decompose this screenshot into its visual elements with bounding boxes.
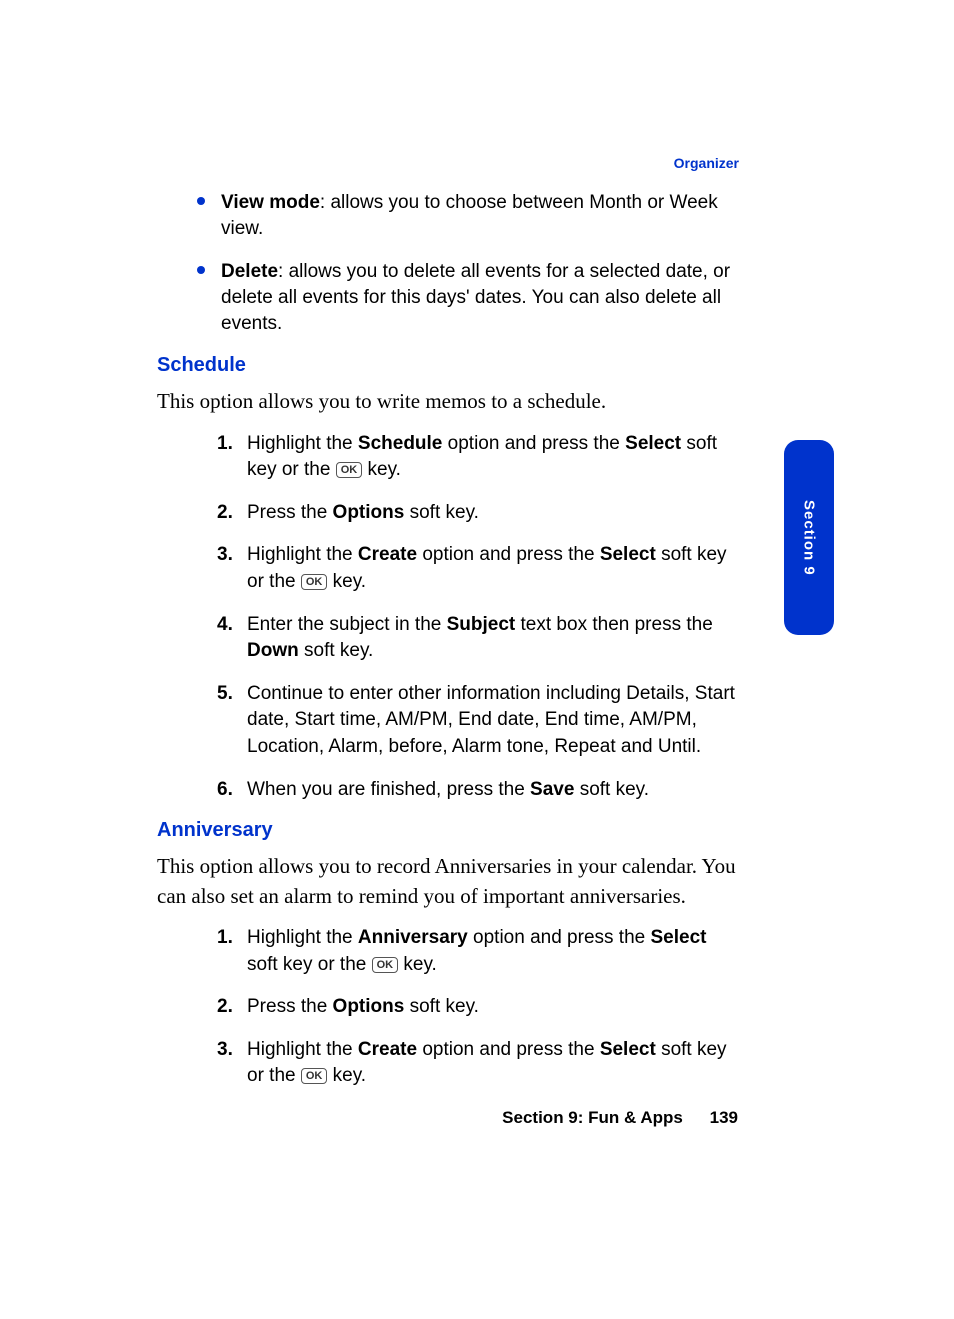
step-text: soft key.	[299, 640, 374, 661]
step-number: 1.	[217, 431, 233, 458]
step-bold: Create	[358, 1039, 417, 1060]
bullet-list: View mode: allows you to choose between …	[197, 190, 737, 336]
step-text: Highlight the	[247, 544, 358, 565]
step-text: When you are finished, press the	[247, 779, 530, 800]
step-number: 2.	[217, 994, 233, 1021]
step-bold: Anniversary	[358, 927, 468, 948]
step-text: Highlight the	[247, 433, 358, 454]
step-text: soft key.	[574, 779, 649, 800]
step-number: 3.	[217, 542, 233, 569]
side-tab-label: Section 9	[801, 500, 818, 576]
step-text: soft key.	[404, 502, 479, 523]
bullet-icon	[197, 266, 205, 274]
step-text: Press the	[247, 502, 333, 523]
ok-key-icon: OK	[301, 574, 328, 590]
anniversary-steps: 1. Highlight the Anniversary option and …	[217, 925, 737, 1090]
step-bold: Schedule	[358, 433, 442, 454]
step-number: 6.	[217, 777, 233, 804]
list-item: 3. Highlight the Create option and press…	[217, 1037, 737, 1090]
intro-anniversary: This option allows you to record Anniver…	[157, 852, 737, 911]
step-bold: Create	[358, 544, 417, 565]
section-side-tab: Section 9	[784, 440, 834, 635]
list-item: 6. When you are finished, press the Save…	[217, 777, 737, 804]
step-bold: Select	[625, 433, 681, 454]
step-bold: Select	[600, 1039, 656, 1060]
bullet-text: : allows you to delete all events for a …	[221, 261, 730, 333]
step-number: 5.	[217, 681, 233, 708]
bullet-item-view-mode: View mode: allows you to choose between …	[197, 190, 737, 241]
intro-schedule: This option allows you to write memos to…	[157, 387, 737, 416]
ok-key-icon: OK	[336, 462, 363, 478]
step-bold: Options	[333, 502, 405, 523]
step-text: soft key or the	[247, 954, 372, 975]
step-bold: Save	[530, 779, 574, 800]
step-bold: Subject	[447, 614, 516, 635]
heading-anniversary: Anniversary	[157, 819, 737, 842]
step-text: option and press the	[468, 927, 651, 948]
step-text: Highlight the	[247, 927, 358, 948]
bullet-icon	[197, 197, 205, 205]
step-text: option and press the	[442, 433, 625, 454]
bullet-title: View mode	[221, 192, 320, 213]
bullet-item-delete: Delete: allows you to delete all events …	[197, 259, 737, 336]
step-number: 1.	[217, 925, 233, 952]
step-number: 2.	[217, 500, 233, 527]
step-text: option and press the	[417, 1039, 600, 1060]
page-footer: Section 9: Fun & Apps 139	[0, 1108, 738, 1128]
bullet-title: Delete	[221, 261, 278, 282]
step-text: Highlight the	[247, 1039, 358, 1060]
step-text: option and press the	[417, 544, 600, 565]
footer-page-number: 139	[710, 1108, 738, 1127]
footer-section-label: Section 9: Fun & Apps	[502, 1108, 683, 1127]
heading-schedule: Schedule	[157, 354, 737, 377]
list-item: 2. Press the Options soft key.	[217, 994, 737, 1021]
step-bold: Select	[600, 544, 656, 565]
step-bold: Select	[651, 927, 707, 948]
step-text: key.	[362, 459, 401, 480]
schedule-steps: 1. Highlight the Schedule option and pre…	[217, 431, 737, 804]
step-text: key.	[327, 571, 366, 592]
page-content: View mode: allows you to choose between …	[157, 150, 737, 1106]
list-item: 1. Highlight the Schedule option and pre…	[217, 431, 737, 484]
step-text: key.	[398, 954, 437, 975]
ok-key-icon: OK	[301, 1068, 328, 1084]
step-text: soft key.	[404, 996, 479, 1017]
step-bold: Options	[333, 996, 405, 1017]
step-text: Continue to enter other information incl…	[247, 683, 735, 757]
step-text: Press the	[247, 996, 333, 1017]
step-bold: Down	[247, 640, 299, 661]
step-text: text box then press the	[515, 614, 713, 635]
list-item: 3. Highlight the Create option and press…	[217, 542, 737, 595]
step-text: key.	[327, 1065, 366, 1086]
step-number: 3.	[217, 1037, 233, 1064]
list-item: 2. Press the Options soft key.	[217, 500, 737, 527]
step-number: 4.	[217, 612, 233, 639]
ok-key-icon: OK	[372, 957, 399, 973]
list-item: 5. Continue to enter other information i…	[217, 681, 737, 761]
step-text: Enter the subject in the	[247, 614, 447, 635]
list-item: 4. Enter the subject in the Subject text…	[217, 612, 737, 665]
list-item: 1. Highlight the Anniversary option and …	[217, 925, 737, 978]
